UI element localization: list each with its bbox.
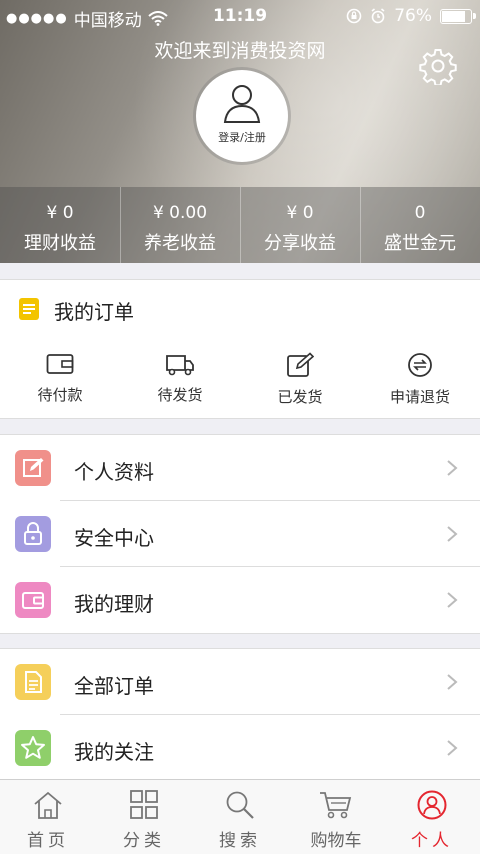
my-orders-header[interactable]: 我的订单 (0, 279, 480, 339)
stat-pension-income[interactable]: ¥ 0.00 养老收益 (120, 187, 240, 263)
menu-item-profile[interactable]: 个人资料 (0, 435, 480, 501)
profile-edit-icon (15, 450, 51, 486)
tab-label: 个人 (411, 831, 453, 851)
tab-label: 首页 (27, 831, 69, 851)
tab-profile[interactable]: 个人 (384, 780, 480, 854)
stat-label: 养老收益 (144, 233, 216, 254)
menu-item-security[interactable]: 安全中心 (0, 501, 480, 567)
menu-item-label: 我的理财 (74, 592, 154, 616)
status-bar: ●●●●● 中国移动 11:19 76% (0, 0, 480, 34)
chevron-right-icon (447, 460, 458, 476)
menu-item-label: 安全中心 (74, 526, 154, 550)
menu-item-finance[interactable]: 我的理财 (0, 567, 480, 633)
order-item-label: 待付款 (37, 386, 83, 404)
stat-value: 0 (414, 203, 426, 223)
menu-item-label: 个人资料 (74, 460, 154, 484)
tab-label: 购物车 (310, 831, 362, 851)
edit-icon (287, 352, 315, 377)
stat-label: 理财收益 (24, 233, 96, 254)
lock-icon (15, 516, 51, 552)
menu-group-account: 个人资料 安全中心 我的理财 (0, 434, 480, 634)
user-icon (417, 790, 447, 820)
earnings-stats: ¥ 0 理财收益 ¥ 0.00 养老收益 ¥ 0 分享收益 0 盛世金元 (0, 187, 480, 263)
order-return-request[interactable]: 申请退货 (360, 338, 480, 418)
grid-icon (130, 790, 158, 819)
menu-item-label: 我的关注 (74, 740, 154, 764)
menu-item-label: 全部订单 (74, 674, 154, 698)
tab-label: 分类 (123, 831, 165, 851)
order-item-label: 已发货 (277, 388, 323, 406)
order-item-label: 待发货 (157, 386, 203, 404)
order-pending-shipment[interactable]: 待发货 (120, 338, 240, 418)
tab-bar: 首页 分类 搜索 购物车 个人 (0, 779, 480, 854)
user-icon (223, 85, 261, 123)
profile-header: ●●●●● 中国移动 11:19 76% 欢迎来到消费投资网 登录/注册 ¥ 0… (0, 0, 480, 263)
tab-home[interactable]: 首页 (0, 780, 96, 854)
tab-search[interactable]: 搜索 (192, 780, 288, 854)
order-document-icon (19, 298, 39, 320)
stat-value: ¥ 0 (286, 203, 314, 223)
login-register-label: 登录/注册 (218, 131, 266, 144)
gear-icon[interactable] (419, 47, 457, 85)
wallet-icon (46, 354, 74, 374)
stat-share-income[interactable]: ¥ 0 分享收益 (240, 187, 360, 263)
wallet-finance-icon (15, 582, 51, 618)
menu-item-follows[interactable]: 我的关注 (0, 715, 480, 781)
stat-gold[interactable]: 0 盛世金元 (360, 187, 480, 263)
rotation-lock-icon (346, 8, 362, 24)
tab-cart[interactable]: 购物车 (288, 780, 384, 854)
stat-value: ¥ 0 (46, 203, 74, 223)
chevron-right-icon (447, 740, 458, 756)
menu-group-orders: 全部订单 我的关注 (0, 648, 480, 782)
order-shipped[interactable]: 已发货 (240, 338, 360, 418)
chevron-right-icon (447, 674, 458, 690)
star-icon (15, 730, 51, 766)
search-icon (226, 791, 254, 819)
chevron-right-icon (447, 526, 458, 542)
order-status-bar: 待付款 待发货 已发货 申请退货 (0, 338, 480, 419)
document-icon (15, 664, 51, 700)
home-icon (34, 791, 62, 819)
stat-label: 分享收益 (264, 233, 336, 254)
tab-category[interactable]: 分类 (96, 780, 192, 854)
order-item-label: 申请退货 (389, 388, 450, 406)
stat-wealth-income[interactable]: ¥ 0 理财收益 (0, 187, 120, 263)
login-avatar-button[interactable]: 登录/注册 (196, 70, 288, 162)
truck-icon (166, 355, 194, 376)
battery-icon (440, 8, 476, 24)
return-icon (408, 353, 432, 377)
battery-percent: 76% (394, 6, 432, 26)
cart-icon (320, 792, 352, 819)
tab-label: 搜索 (219, 831, 261, 851)
welcome-text: 欢迎来到消费投资网 (154, 40, 326, 62)
my-orders-title: 我的订单 (54, 300, 134, 324)
stat-value: ¥ 0.00 (152, 203, 208, 223)
menu-item-all-orders[interactable]: 全部订单 (0, 649, 480, 715)
order-pending-payment[interactable]: 待付款 (0, 338, 120, 418)
chevron-right-icon (447, 592, 458, 608)
stat-label: 盛世金元 (384, 233, 456, 254)
alarm-icon (371, 8, 385, 24)
